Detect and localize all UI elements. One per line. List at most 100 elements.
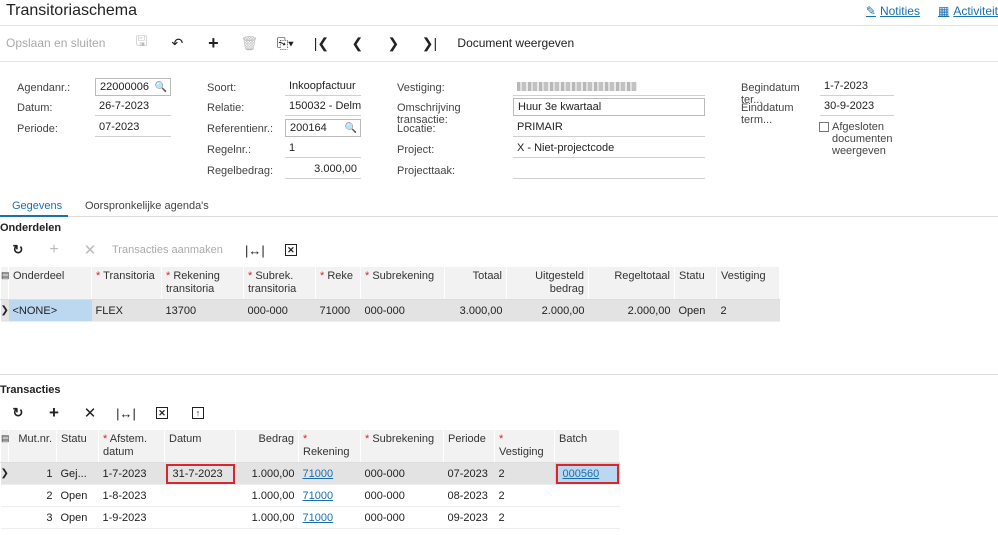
referentie-field[interactable]: 200164 🔍 — [285, 119, 361, 137]
column-header[interactable]: * Subrekening — [360, 429, 444, 463]
column-header[interactable]: Mut.nr. — [8, 429, 57, 463]
first-icon[interactable]: |❮ — [303, 31, 339, 55]
add-icon[interactable]: + — [36, 401, 72, 425]
activities-link[interactable]: ▦ Activiteit — [938, 4, 998, 18]
column-header[interactable]: * Subrekening — [360, 266, 445, 300]
rekening-link[interactable]: 71000 — [303, 512, 334, 524]
column-header[interactable]: Bedrag — [235, 429, 299, 463]
column-header[interactable]: Periode — [443, 429, 495, 463]
export-excel-icon[interactable]: ✕ — [273, 238, 309, 262]
begindatum-field[interactable]: 1-7-2023 — [820, 78, 894, 96]
table-cell[interactable]: 09-2023 — [443, 506, 495, 529]
table-cell[interactable]: 71000 — [315, 299, 361, 322]
table-row[interactable]: ❯ 1 Gej... 1-7-2023 31-7-2023 1.000,00 7… — [0, 462, 620, 485]
table-cell[interactable]: 3 — [8, 506, 57, 529]
table-cell[interactable]: Open — [674, 299, 717, 322]
einddatum-field[interactable]: 30-9-2023 — [820, 98, 894, 116]
table-cell[interactable] — [164, 484, 236, 507]
column-header[interactable]: Datum — [164, 429, 236, 463]
regelbedrag-field[interactable]: 3.000,00 — [285, 161, 361, 179]
periode-field[interactable]: 07-2023 — [95, 119, 171, 137]
table-cell[interactable]: 3.000,00 — [444, 299, 507, 322]
column-header[interactable]: Batch — [554, 429, 620, 463]
table-cell[interactable]: 2 — [8, 484, 57, 507]
table-row[interactable]: ❯ <NONE> FLEX 13700 000-000 71000 000-00… — [0, 299, 780, 322]
last-icon[interactable]: ❯| — [411, 31, 447, 55]
fit-columns-icon[interactable]: |↔| — [237, 238, 273, 262]
table-cell[interactable]: 1-8-2023 — [98, 484, 165, 507]
agendanr-field[interactable]: 22000006 🔍 — [95, 78, 171, 96]
table-cell[interactable]: 13700 — [161, 299, 244, 322]
tab-gegevens[interactable]: Gegevens — [12, 200, 62, 212]
omschrijving-field[interactable]: Huur 3e kwartaal — [513, 98, 705, 116]
search-icon[interactable]: 🔍 — [345, 121, 357, 137]
table-cell[interactable]: 2 — [716, 299, 780, 322]
column-header[interactable]: Uitgesteld bedrag — [506, 266, 589, 300]
close-icon[interactable]: ✕ — [72, 401, 108, 425]
refresh-icon[interactable]: ↻ — [0, 238, 36, 262]
column-header[interactable]: * Subrek. transitoria — [243, 266, 316, 300]
column-header[interactable]: * Transitoria — [91, 266, 162, 300]
document-view-button[interactable]: Document weergeven — [457, 36, 574, 50]
table-cell[interactable]: 2.000,00 — [588, 299, 675, 322]
datum-cell-highlighted[interactable]: 31-7-2023 — [164, 462, 236, 485]
datum-field[interactable]: 26-7-2023 — [95, 98, 171, 116]
table-cell[interactable]: FLEX — [91, 299, 162, 322]
table-cell[interactable]: 1-7-2023 — [98, 462, 165, 485]
copy-paste-icon[interactable]: ⎘▾ — [267, 31, 303, 55]
table-cell[interactable]: 71000 — [298, 506, 361, 529]
delete-icon[interactable]: 🗑 — [231, 31, 267, 55]
relatie-field[interactable]: 150032 - Delmo — [285, 98, 361, 116]
table-cell[interactable] — [554, 484, 620, 507]
close-icon[interactable]: ✕ — [72, 238, 108, 262]
table-cell[interactable]: 71000 — [298, 462, 361, 485]
rekening-link[interactable]: 71000 — [303, 490, 334, 502]
table-cell[interactable]: 2 — [494, 506, 555, 529]
column-header[interactable]: * Afstem. datum — [98, 429, 165, 463]
table-cell[interactable]: 2 — [494, 462, 555, 485]
search-icon[interactable]: 🔍 — [155, 80, 167, 96]
column-header[interactable]: * Vestiging — [494, 429, 555, 463]
column-header[interactable]: * Rekening — [298, 429, 361, 463]
regelnr-field[interactable]: 1 — [285, 140, 361, 158]
save-close-button[interactable]: Opslaan en sluiten — [6, 36, 105, 50]
upload-icon[interactable]: ↑ — [180, 401, 216, 425]
batch-link[interactable]: 000560 — [563, 468, 600, 480]
batch-cell-highlighted[interactable]: 000560 — [554, 462, 620, 485]
create-transactions-button[interactable]: Transacties aanmaken — [112, 244, 223, 256]
prev-icon[interactable]: ❮ — [339, 31, 375, 55]
table-cell[interactable]: 1-9-2023 — [98, 506, 165, 529]
table-cell[interactable]: 000-000 — [360, 484, 444, 507]
table-cell[interactable]: 07-2023 — [443, 462, 495, 485]
column-header[interactable]: Onderdeel — [8, 266, 92, 300]
table-row[interactable]: 3 Open 1-9-2023 1.000,00 71000 000-000 0… — [0, 506, 620, 529]
tab-oorspronkelijke-agendas[interactable]: Oorspronkelijke agenda's — [85, 200, 209, 212]
afgesloten-checkbox[interactable] — [819, 122, 829, 132]
table-cell[interactable]: 000-000 — [243, 299, 316, 322]
fit-columns-icon[interactable]: |↔| — [108, 401, 144, 425]
add-icon[interactable]: + — [195, 31, 231, 55]
table-cell[interactable] — [554, 506, 620, 529]
table-cell[interactable]: <NONE> — [8, 299, 92, 322]
column-header[interactable]: Statu — [56, 429, 99, 463]
table-cell[interactable]: 000-000 — [360, 506, 444, 529]
column-header[interactable]: Totaal — [444, 266, 507, 300]
locatie-field[interactable]: PRIMAIR — [513, 119, 705, 137]
table-cell[interactable]: 1.000,00 — [235, 484, 299, 507]
table-cell[interactable]: 1 — [8, 462, 57, 485]
save-icon[interactable]: 🖫 — [123, 31, 159, 55]
column-header[interactable]: Regeltotaal — [588, 266, 675, 300]
next-icon[interactable]: ❯ — [375, 31, 411, 55]
column-header[interactable]: * Rekening transitoria — [161, 266, 244, 300]
column-header[interactable]: Vestiging — [716, 266, 780, 300]
rekening-link[interactable]: 71000 — [303, 468, 334, 480]
table-cell[interactable]: 2 — [494, 484, 555, 507]
refresh-icon[interactable]: ↻ — [0, 401, 36, 425]
table-cell[interactable]: Open — [56, 506, 99, 529]
table-cell[interactable]: 71000 — [298, 484, 361, 507]
vestiging-field[interactable] — [513, 78, 705, 96]
table-cell[interactable]: 1.000,00 — [235, 506, 299, 529]
table-cell[interactable]: 08-2023 — [443, 484, 495, 507]
projecttaak-field[interactable] — [513, 161, 705, 179]
table-cell[interactable]: Gej... — [56, 462, 99, 485]
